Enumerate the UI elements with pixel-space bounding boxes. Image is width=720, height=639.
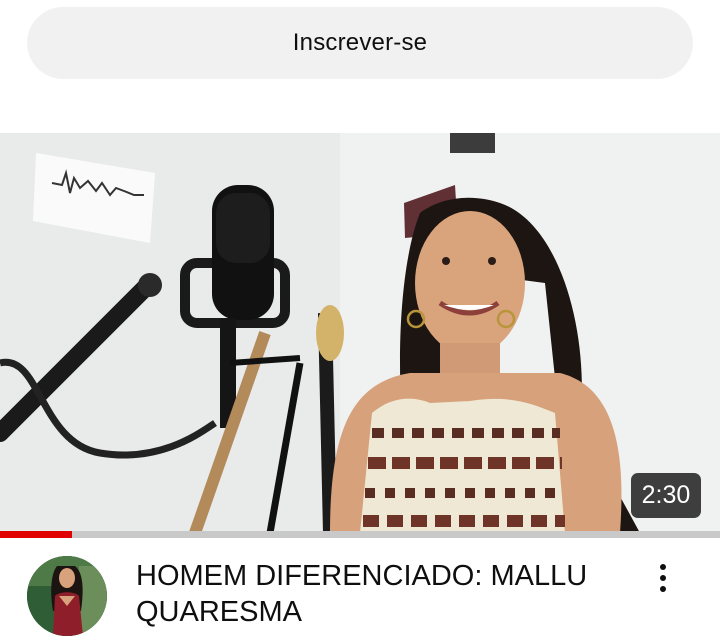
more-options-button[interactable]	[643, 558, 683, 598]
video-title[interactable]: HOMEM DIFERENCIADO: MALLU QUARESMA	[136, 558, 626, 630]
channel-avatar[interactable]	[27, 556, 107, 636]
video-thumbnail	[0, 133, 720, 533]
video-meta: HOMEM DIFERENCIADO: MALLU QUARESMA	[0, 538, 720, 639]
avatar-image	[27, 556, 107, 636]
duration-badge: 2:30	[631, 473, 701, 518]
video-player[interactable]: 2:30	[0, 133, 720, 538]
subscribe-button[interactable]: Inscrever-se	[27, 7, 693, 79]
progress-fill	[0, 531, 72, 538]
progress-bar[interactable]	[0, 531, 720, 538]
subscribe-label: Inscrever-se	[292, 29, 428, 56]
more-vert-icon	[660, 564, 666, 592]
